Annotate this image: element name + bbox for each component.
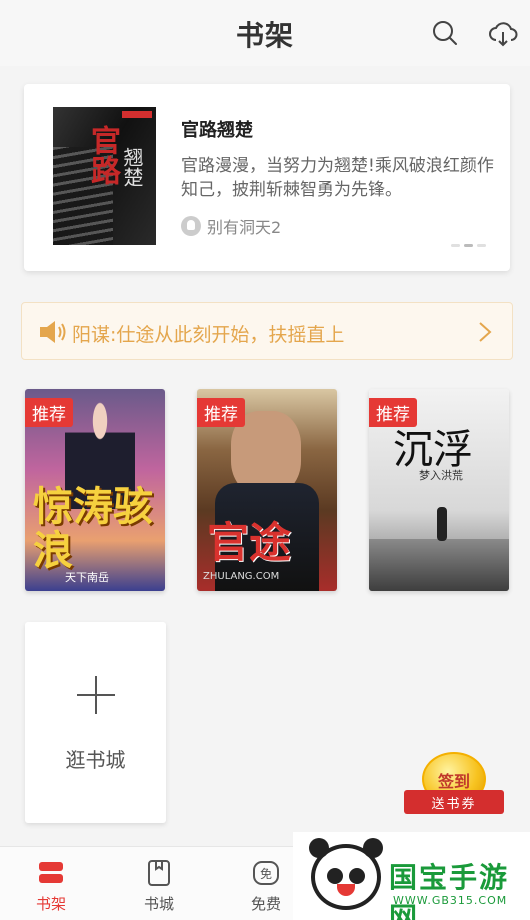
publisher-badge [122,111,152,118]
tab-bookstore[interactable]: 书城 [124,847,194,920]
cover-author: 梦入洪荒 [419,469,463,482]
book-card[interactable]: 推荐 惊涛骇浪 天下南岳 [25,389,165,591]
author-name: 别有洞天2 [207,218,282,237]
featured-book-cover[interactable]: 官路 翘楚 [53,107,156,245]
featured-book-card[interactable]: 官路 翘楚 官路翘楚 官路漫漫，当努力为翘楚!乘风破浪红颜作知己，披荆斩棘智勇为… [24,84,510,271]
checkin-button[interactable]: 签到 送书券 [404,752,504,818]
cover-author: ZHULANG.COM [203,571,280,582]
checkin-label: 签到 [437,772,470,791]
cover-author: 天下南岳 [65,571,109,584]
recommend-tag: 推荐 [369,398,417,427]
notice-bar[interactable]: 阳谋:仕途从此刻开始，扶摇直上 [21,302,513,360]
notice-text: 阳谋:仕途从此刻开始，扶摇直上 [72,324,345,346]
cover-title: 官途 [207,518,292,567]
cover-art [437,507,447,541]
cloud-download-icon[interactable] [488,18,518,48]
cover-title: 惊涛骇浪 [33,483,153,574]
tab-free[interactable]: 免 免费 [231,847,301,920]
bookstore-icon [148,860,170,886]
plus-icon [77,676,115,714]
featured-book-author: 别有洞天2 [181,214,281,238]
checkin-ribbon-text: 送书券 [431,797,477,812]
browse-store-label: 逛书城 [65,748,126,772]
book-card[interactable]: 推荐 沉浮 梦入洪荒 [369,389,509,591]
watermark: 国宝手游网 WWW.GB315.COM [293,832,530,920]
search-icon[interactable] [430,18,460,48]
watermark-title: 国宝手游网 [389,861,510,920]
carousel-indicator [451,244,486,247]
cover-art [369,539,509,591]
cover-subtitle: 翘楚 [120,147,144,187]
browse-store-card[interactable]: 逛书城 [25,622,166,823]
tab-label: 免费 [250,895,281,913]
recommend-tag: 推荐 [25,398,73,427]
recommend-tag: 推荐 [197,398,245,427]
panda-logo-icon [309,838,383,910]
free-icon: 免 [253,861,279,885]
tab-label: 书城 [143,895,174,913]
carousel-dot [451,244,460,247]
tab-bookshelf[interactable]: 书架 [16,847,86,920]
watermark-url: WWW.GB315.COM [393,894,508,907]
chevron-right-icon [479,322,492,342]
checkin-ribbon: 送书券 [404,790,504,814]
svg-text:免: 免 [260,866,272,881]
speaker-icon [40,321,66,343]
bookshelf-icon [39,862,63,883]
featured-book-title[interactable]: 官路翘楚 [181,116,253,142]
carousel-dot [477,244,486,247]
featured-book-description: 官路漫漫，当努力为翘楚!乘风破浪红颜作知己，披荆斩棘智勇为先锋。 [181,156,494,200]
header: 书架 [0,0,530,66]
author-icon [181,216,201,236]
cover-title: 官路 [85,125,120,185]
book-card[interactable]: 推荐 官途 ZHULANG.COM [197,389,337,591]
tab-label: 书架 [35,895,66,913]
carousel-dot-active [464,244,473,247]
